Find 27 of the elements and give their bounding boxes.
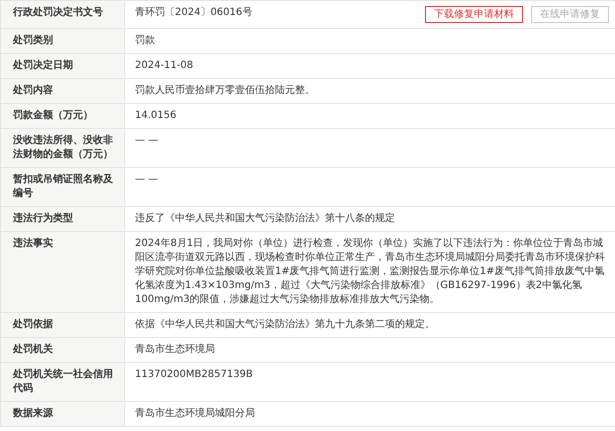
field-value: 依据《中华人民共和国大气污染防治法》第九十九条第二项的规定。 — [135, 318, 435, 332]
field-value: 11370200MB2857139B — [135, 368, 253, 382]
field-value: 罚款人民币壹拾肆万零壹佰伍拾陆元整。 — [135, 84, 315, 98]
field-label: 处罚机关 — [0, 338, 125, 362]
field-value: 青环罚〔2024〕06016号 — [135, 6, 252, 20]
field-label: 暂扣或吊销证照名称及编号 — [0, 168, 125, 206]
field-label: 处罚依据 — [0, 313, 125, 337]
field-label: 处罚机关统一社会信用代码 — [0, 363, 125, 401]
field-label: 数据来源 — [0, 402, 125, 426]
field-value: 违反了《中华人民共和国大气污染防治法》第十八条的规定 — [135, 212, 395, 226]
field-value: 2024-11-08 — [135, 59, 194, 73]
field-label: 处罚类别 — [0, 29, 125, 53]
field-label: 罚款金额（万元） — [0, 104, 125, 128]
field-value: 青岛市生态环境局 — [135, 343, 215, 357]
field-label: 处罚决定日期 — [0, 54, 125, 78]
field-value: 14.0156 — [135, 109, 176, 123]
field-label: 处罚内容 — [0, 79, 125, 103]
field-label: 没收违法所得、没收非法财物的金额（万元） — [0, 129, 125, 167]
field-value: 2024年8月1日，我局对你（单位）进行检查，发现你（单位）实施了以下违法行为：你单位位于青岛市城阳区流亭街道双元路以西，现场检查时你单位正常生产，青岛市生态环境局城阳分局委托青岛市环境保护科学研究院对你单位盐酸吸收装置1#废气排气筒进行监测，监测报告显示你单位1#废气排气筒排放废气中氯化氢浓度为1.43×103mg/m3，超过《大气污染物综合排放标准》（GB16297-1996）表2中氯化氢100mg/m3的限值，涉嫌超过大气污染物排放标准排放大气污染物。 — [135, 237, 606, 307]
field-label: 违法行为类型 — [0, 207, 125, 231]
field-value: — — — [135, 134, 158, 148]
field-value: 罚款 — [135, 34, 155, 48]
field-label: 行政处罚决定书文号 — [0, 1, 125, 28]
field-value: — — — [135, 173, 158, 187]
action-button[interactable]: 下载修复申请材料 — [425, 6, 523, 23]
field-value: 青岛市生态环境局城阳分局 — [135, 407, 255, 421]
field-label: 违法事实 — [0, 232, 125, 312]
